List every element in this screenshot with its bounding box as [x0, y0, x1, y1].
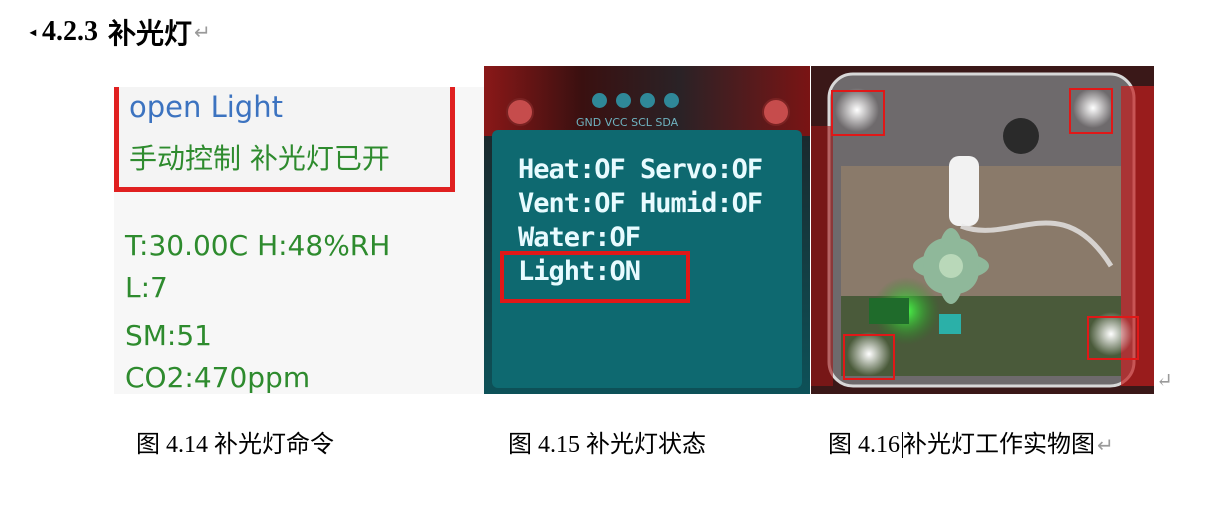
figure-physical-photo: [811, 66, 1154, 394]
manual-control-text: 手动控制 补光灯已开: [129, 142, 390, 175]
caption-number: 图 4.16: [828, 432, 900, 458]
figure-app-screenshot: open Light 手动控制 补光灯已开 T:30.00C H:48%RH L…: [114, 87, 484, 394]
highlight-box: open Light 手动控制 补光灯已开: [114, 87, 455, 192]
caption-fig-4-15: 图 4.15 补光灯状态: [508, 432, 706, 458]
reading-co2: CO2:470ppm: [125, 361, 311, 394]
light-highlight-box: [1069, 88, 1113, 134]
reading-light: L:7: [125, 271, 168, 304]
pin-icon: [616, 93, 631, 108]
oled-line: Heat:OF Servo:OF: [518, 154, 763, 185]
reading-temp-humidity: T:30.00C H:48%RH: [125, 229, 391, 262]
oled-line: Vent:OF Humid:OF: [518, 188, 763, 219]
oled-line: Water:OF: [518, 222, 641, 253]
light-status-highlight: [500, 251, 690, 303]
reading-soil-moisture: SM:51: [125, 319, 212, 352]
open-light-text: open Light: [129, 90, 283, 124]
heading-number: 4.2.3: [42, 16, 99, 47]
return-mark-icon: ↵: [1156, 368, 1173, 392]
pin-icon: [664, 93, 679, 108]
return-mark-icon: ↵: [194, 21, 211, 44]
screw-icon: [762, 98, 790, 126]
pin-labels: GND VCC SCL SDA: [576, 116, 679, 129]
caption-fig-4-14: 图 4.14 补光灯命令: [136, 432, 334, 458]
light-highlight-box: [843, 334, 895, 380]
caption-fig-4-16: 图 4.16 补光灯工作实物图 ↵: [828, 424, 1114, 459]
light-highlight-box: [1087, 316, 1139, 360]
return-mark-icon: ↵: [1097, 435, 1114, 457]
light-highlight-box: [831, 90, 885, 136]
pin-icon: [592, 93, 607, 108]
heading-title: 补光灯: [108, 19, 193, 50]
figure-oled-display: GND VCC SCL SDA Heat:OF Servo:OF Vent:OF…: [484, 66, 810, 394]
pin-icon: [640, 93, 655, 108]
section-heading: ◂ 4.2.3 补光灯 ↵: [30, 12, 211, 52]
heading-bullet-icon: ◂: [30, 24, 37, 39]
screw-icon: [506, 98, 534, 126]
caption-text: 补光灯工作实物图: [902, 432, 1095, 458]
